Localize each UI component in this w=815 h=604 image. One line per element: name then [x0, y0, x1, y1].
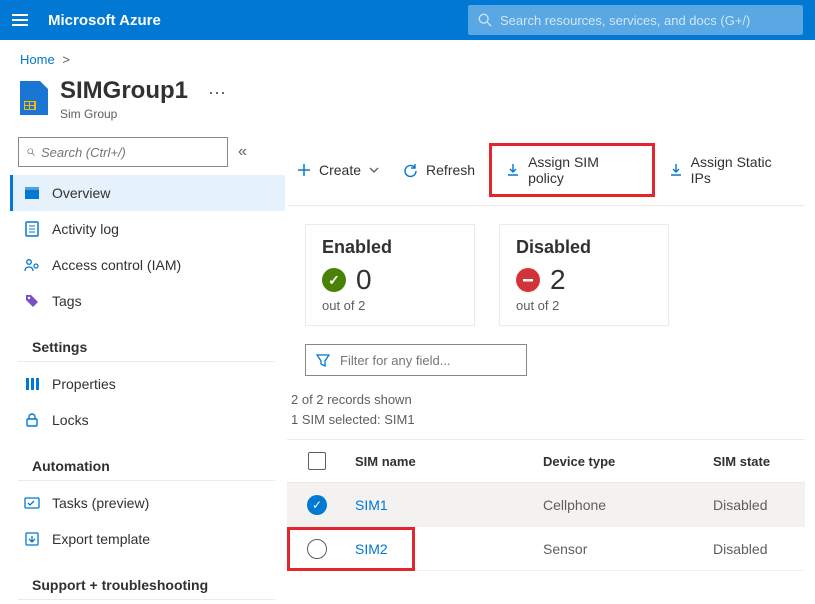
device-type-value: Sensor	[543, 541, 587, 557]
properties-icon	[24, 376, 40, 392]
menu-icon[interactable]	[12, 10, 32, 30]
overview-icon	[24, 185, 40, 201]
disabled-count: 2	[550, 264, 566, 296]
sidebar-item-locks[interactable]: Locks	[10, 402, 285, 438]
sim-table: SIM name Device type SIM state ✓ SIM1 Ce…	[287, 439, 805, 571]
table-header: SIM name Device type SIM state	[287, 439, 805, 483]
tasks-icon	[24, 495, 40, 511]
row-selected-icon[interactable]: ✓	[307, 495, 327, 515]
more-actions-button[interactable]: ⋯	[208, 83, 226, 104]
plus-icon	[297, 163, 311, 177]
records-shown-label: 2 of 2 records shown	[291, 390, 805, 410]
breadcrumb-home[interactable]: Home	[20, 52, 55, 67]
refresh-icon	[403, 163, 418, 178]
sim-state-value: Disabled	[713, 541, 767, 557]
sim-link[interactable]: SIM1	[355, 497, 388, 513]
access-control-icon	[24, 257, 40, 273]
sidebar-item-label: Access control (IAM)	[52, 257, 181, 273]
simgroup-icon	[20, 81, 48, 115]
sidebar-item-export-template[interactable]: Export template	[10, 521, 285, 557]
breadcrumb: Home >	[0, 40, 815, 67]
highlight-assign-sim-policy: Assign SIM policy	[489, 143, 655, 197]
download-icon	[669, 163, 683, 177]
column-sim-name[interactable]: SIM name	[347, 454, 535, 469]
activity-log-icon	[24, 221, 40, 237]
tags-icon	[24, 293, 40, 309]
page-subtitle: Sim Group	[60, 107, 188, 121]
card-title: Disabled	[516, 237, 652, 258]
download-icon	[506, 163, 520, 177]
row-select-radio[interactable]	[307, 539, 327, 559]
sidebar-item-label: Tags	[52, 293, 82, 309]
sidebar: « Overview Activity log Access control (…	[0, 127, 285, 604]
device-type-value: Cellphone	[543, 497, 606, 513]
enabled-outof: out of 2	[322, 298, 458, 313]
search-icon	[478, 13, 492, 27]
disabled-card: Disabled 2 out of 2	[499, 224, 669, 326]
main-content: Create Refresh Assign SIM policy Assign …	[285, 127, 815, 604]
collapse-sidebar-icon[interactable]: «	[238, 143, 247, 161]
sidebar-item-overview[interactable]: Overview	[10, 175, 285, 211]
page-title: SIMGroup1	[60, 77, 188, 105]
enabled-card: Enabled ✓ 0 out of 2	[305, 224, 475, 326]
chevron-right-icon: >	[62, 52, 70, 67]
global-search-input[interactable]	[500, 13, 793, 28]
sidebar-item-label: Export template	[52, 531, 150, 547]
sidebar-search[interactable]	[18, 137, 228, 167]
section-automation: Automation	[18, 444, 275, 481]
filter-box[interactable]	[305, 344, 527, 376]
sidebar-item-properties[interactable]: Properties	[10, 366, 285, 402]
sidebar-item-label: Locks	[52, 412, 89, 428]
refresh-button[interactable]: Refresh	[393, 156, 485, 184]
selected-label: 1 SIM selected: SIM1	[291, 410, 805, 430]
brand-label: Microsoft Azure	[48, 12, 161, 29]
check-circle-icon: ✓	[322, 268, 346, 292]
sidebar-item-label: Activity log	[52, 221, 119, 237]
sidebar-item-tags[interactable]: Tags	[10, 283, 285, 319]
toolbar: Create Refresh Assign SIM policy Assign …	[287, 133, 805, 206]
section-support: Support + troubleshooting	[18, 563, 275, 600]
assign-static-ips-button[interactable]: Assign Static IPs	[659, 148, 805, 192]
filter-input[interactable]	[340, 353, 516, 368]
sidebar-item-activity-log[interactable]: Activity log	[10, 211, 285, 247]
table-row[interactable]: ✓ SIM1 Cellphone Disabled	[287, 483, 805, 527]
disabled-outof: out of 2	[516, 298, 652, 313]
sidebar-item-tasks[interactable]: Tasks (preview)	[10, 485, 285, 521]
card-title: Enabled	[322, 237, 458, 258]
sidebar-item-label: Properties	[52, 376, 116, 392]
select-all-checkbox[interactable]	[308, 452, 326, 470]
sim-state-value: Disabled	[713, 497, 767, 513]
search-icon	[27, 145, 35, 159]
table-row[interactable]: SIM2 Sensor Disabled	[287, 527, 805, 571]
create-button[interactable]: Create	[287, 156, 389, 184]
sidebar-search-input[interactable]	[41, 145, 219, 160]
chevron-down-icon	[369, 165, 379, 175]
locks-icon	[24, 412, 40, 428]
sim-link[interactable]: SIM2	[355, 541, 388, 557]
sidebar-item-label: Overview	[52, 185, 110, 201]
column-sim-state[interactable]: SIM state	[705, 454, 805, 469]
export-template-icon	[24, 531, 40, 547]
column-device-type[interactable]: Device type	[535, 454, 705, 469]
assign-sim-policy-button[interactable]: Assign SIM policy	[496, 148, 648, 192]
global-search[interactable]	[468, 5, 803, 35]
sidebar-item-label: Tasks (preview)	[52, 495, 149, 511]
page-header: SIMGroup1 Sim Group ⋯	[0, 67, 815, 127]
enabled-count: 0	[356, 264, 372, 296]
filter-icon	[316, 353, 330, 367]
sidebar-item-access-control[interactable]: Access control (IAM)	[10, 247, 285, 283]
top-bar: Microsoft Azure	[0, 0, 815, 40]
no-entry-icon	[516, 268, 540, 292]
section-settings: Settings	[18, 325, 275, 362]
